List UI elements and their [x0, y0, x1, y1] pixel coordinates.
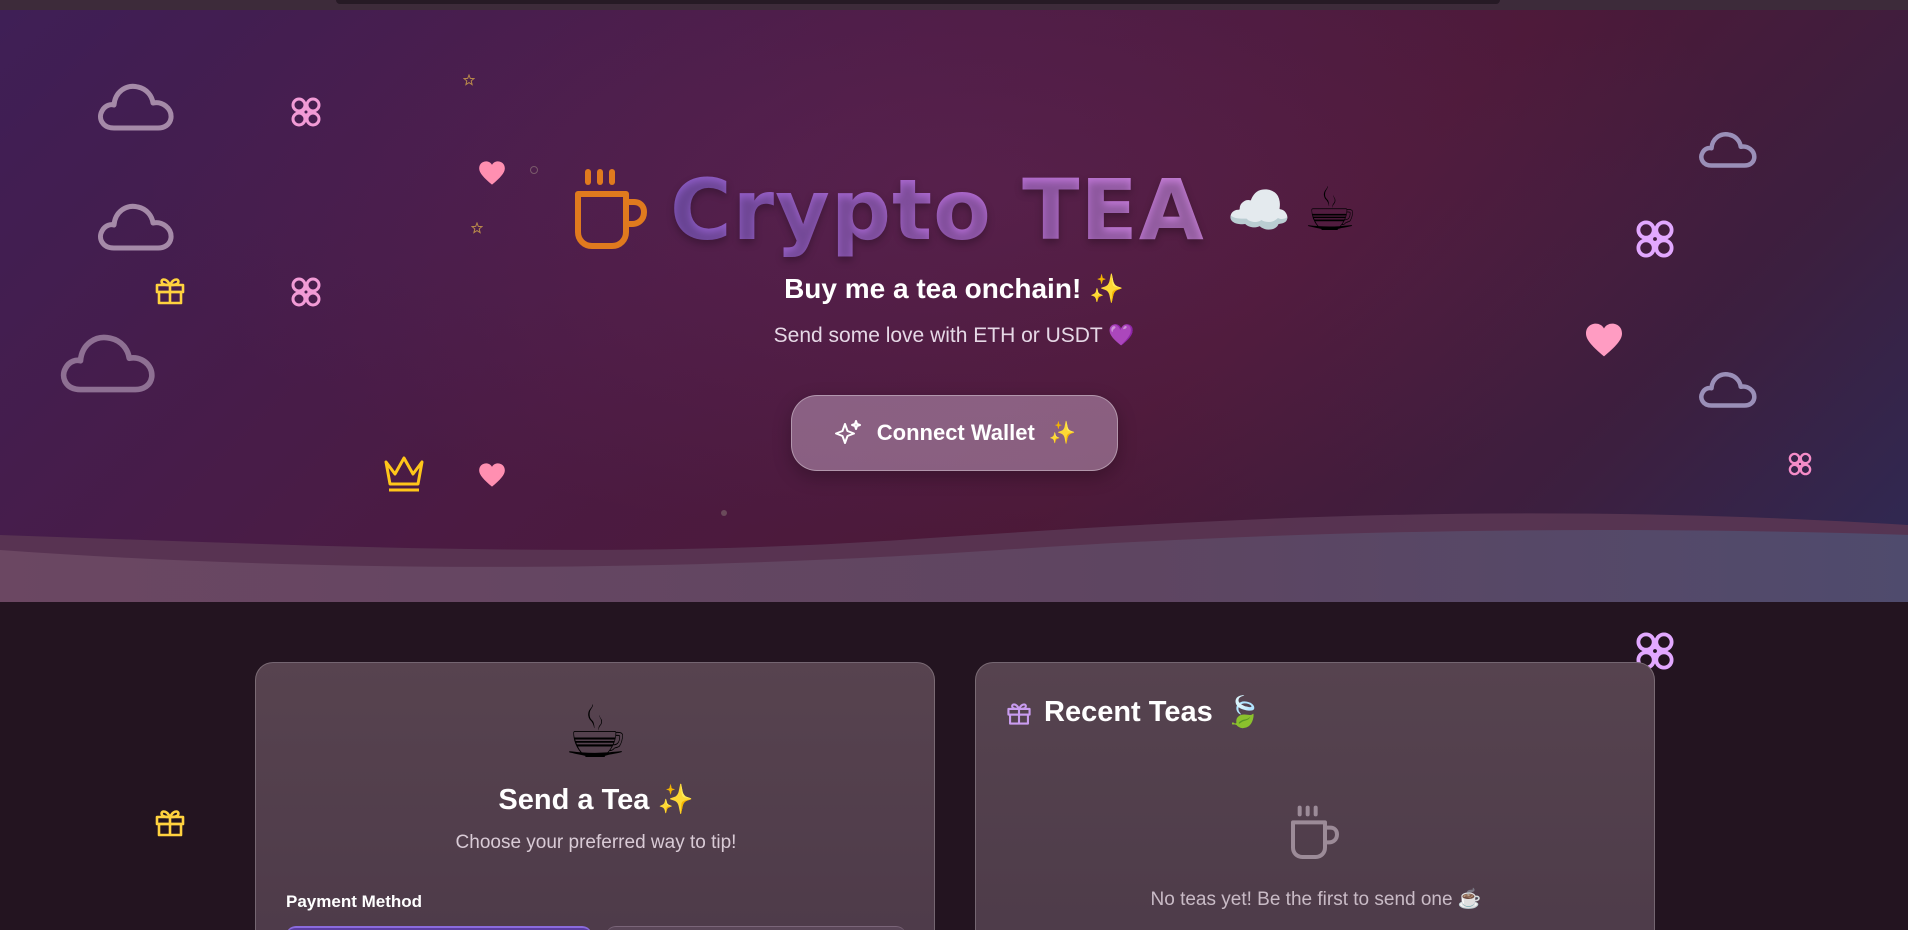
browser-top-bar — [0, 0, 1908, 10]
dot-decoration — [530, 166, 538, 174]
dot-decoration — [721, 510, 727, 516]
tea-emoji: ☕ — [1303, 175, 1358, 245]
hero-title-row: Crypto TEA ☁️ ☕ — [574, 155, 1357, 265]
tea-emoji: ☕ — [563, 690, 629, 774]
heart-icon — [479, 161, 505, 185]
recent-teas-title: Recent Teas — [1044, 696, 1213, 728]
star-icon — [471, 222, 483, 234]
cloud-outline-icon — [1699, 372, 1757, 408]
page-title: Crypto TEA — [670, 161, 1205, 259]
connect-wallet-button[interactable]: Connect Wallet ✨ — [791, 395, 1118, 471]
heart-icon — [479, 463, 505, 487]
recent-teas-header: Recent Teas 🍃 — [1006, 695, 1262, 730]
empty-state-text: No teas yet! Be the first to send one ☕ — [1150, 889, 1482, 910]
hero-subtitle: Buy me a tea onchain! ✨ — [784, 273, 1124, 304]
star-icon — [463, 74, 475, 86]
payment-option-usdt[interactable] — [606, 926, 906, 930]
coffee-cup-icon — [575, 169, 647, 249]
hero-wave-front — [0, 530, 1908, 602]
cloud-outline-icon — [1699, 132, 1757, 168]
gift-icon — [1007, 702, 1031, 725]
sparkle-emoji: ✨ — [1048, 420, 1077, 445]
connect-wallet-label: Connect Wallet — [876, 420, 1035, 445]
leaf-emoji: 🍃 — [1224, 695, 1263, 730]
flower-icon — [1636, 220, 1674, 258]
send-tea-card: ☕ Send a Tea ✨ Choose your preferred way… — [255, 662, 935, 930]
sparkles-icon — [834, 420, 861, 444]
cloud-outline-icon — [98, 83, 174, 131]
flower-icon — [1788, 452, 1812, 476]
crown-icon — [384, 456, 424, 492]
top-bar-notch — [336, 0, 1500, 4]
cloud-emoji: ☁️ — [1226, 180, 1292, 241]
hero-tagline: Send some love with ETH or USDT 💜 — [773, 324, 1135, 347]
page: Crypto TEA ☁️ ☕ Buy me a tea onchain! ✨ … — [0, 0, 1908, 930]
payment-option-eth[interactable] — [286, 926, 592, 930]
flower-icon — [291, 97, 321, 127]
coffee-cup-icon — [1291, 805, 1339, 859]
cloud-outline-icon — [98, 203, 174, 251]
send-tea-title: Send a Tea ✨ — [498, 784, 694, 816]
send-tea-subtitle: Choose your preferred way to tip! — [455, 832, 737, 853]
recent-teas-card: Recent Teas 🍃 No teas yet! Be the first … — [975, 662, 1655, 930]
payment-method-label: Payment Method — [286, 892, 423, 911]
hero-section: Crypto TEA ☁️ ☕ Buy me a tea onchain! ✨ … — [0, 10, 1908, 602]
gift-icon — [155, 810, 185, 837]
